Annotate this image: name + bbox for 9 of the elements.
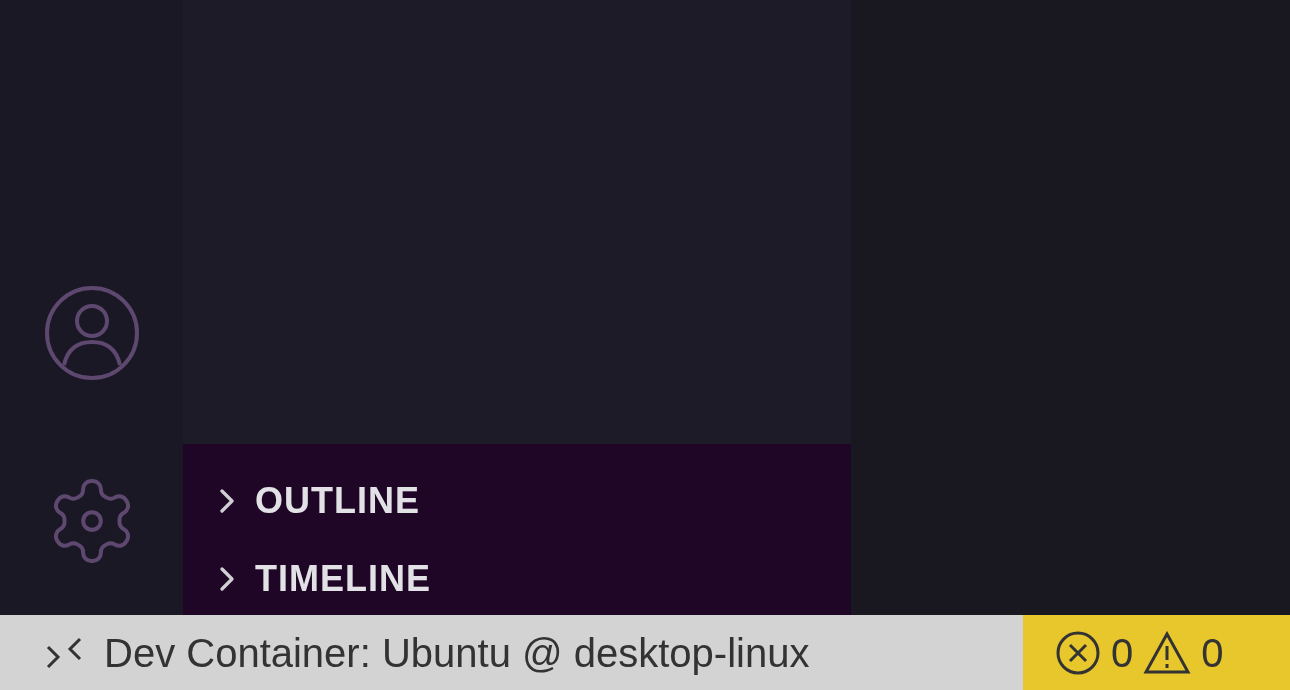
error-count: 0: [1111, 629, 1134, 677]
account-icon[interactable]: [43, 285, 140, 381]
remote-indicator[interactable]: Dev Container: Ubuntu @ desktop-linux: [0, 615, 1023, 690]
section-header[interactable]: OUTLINE: [183, 465, 851, 537]
section-header[interactable]: TIMELINE: [183, 543, 851, 615]
warning-count: 0: [1201, 629, 1224, 677]
warning-icon: [1143, 630, 1192, 675]
error-icon: [1055, 629, 1101, 676]
problems-indicator[interactable]: 0 0: [1023, 615, 1290, 690]
